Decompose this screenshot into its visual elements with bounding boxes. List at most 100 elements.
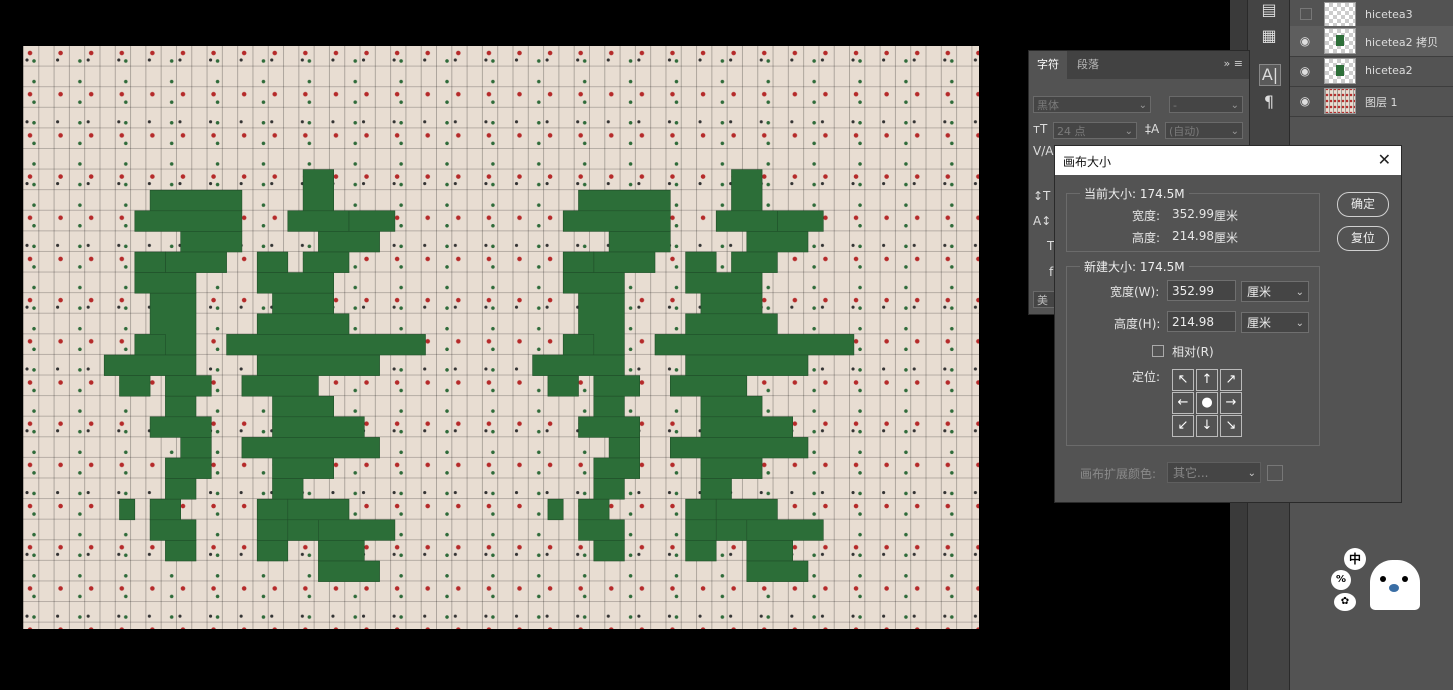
- reset-button[interactable]: 复位: [1337, 226, 1389, 251]
- arrow-up-left-icon[interactable]: ↖: [1172, 369, 1194, 391]
- green-tile-block: [685, 272, 763, 294]
- green-tile-block: [241, 375, 319, 397]
- green-tile-block: [562, 210, 671, 232]
- arrow-up-right-icon[interactable]: ↗: [1220, 369, 1242, 391]
- arrow-left-icon[interactable]: ←: [1172, 392, 1194, 414]
- green-tile-block: [685, 354, 809, 376]
- extension-color-select[interactable]: 其它... ⌄: [1167, 462, 1261, 483]
- green-tile-block: [302, 169, 335, 212]
- extension-color-swatch[interactable]: [1267, 465, 1283, 481]
- green-tile-block: [134, 251, 166, 273]
- notes-icon[interactable]: ▦: [1259, 26, 1279, 46]
- green-tile-block: [669, 437, 809, 459]
- layer-thumbnail: [1324, 2, 1356, 28]
- green-tile-block: [700, 457, 763, 479]
- font-family-select[interactable]: 黑体 ⌄: [1033, 96, 1151, 113]
- green-tile-block: [715, 210, 778, 232]
- eye-icon[interactable]: ◉: [1298, 94, 1312, 108]
- green-tile-block: [318, 560, 380, 582]
- green-tile-block: [241, 437, 380, 459]
- green-tile-block: [593, 478, 625, 500]
- dialog-title: 画布大小: [1063, 155, 1112, 169]
- bear-sticker: [1370, 560, 1420, 610]
- current-width-label: 宽度:: [1132, 209, 1161, 223]
- tab-paragraph[interactable]: 段落: [1069, 51, 1107, 79]
- height-input[interactable]: 214.98: [1167, 311, 1236, 332]
- green-tile-block: [287, 210, 350, 232]
- relative-label: 相对(R): [1172, 345, 1214, 359]
- green-tile-block: [700, 416, 794, 438]
- green-tile-block: [578, 416, 641, 438]
- green-tile-block: [746, 560, 809, 582]
- green-tile-block: [593, 457, 640, 479]
- sticker-dot: ✿: [1334, 593, 1356, 611]
- arrow-down-left-icon[interactable]: ↙: [1172, 415, 1194, 437]
- green-tile-block: [165, 478, 197, 500]
- layer-thumbnail: [1324, 28, 1356, 54]
- layer-row[interactable]: ◉ hicetea2: [1290, 56, 1453, 87]
- green-tile-block: [547, 375, 579, 397]
- green-tile-block: [593, 251, 656, 273]
- close-icon[interactable]: ✕: [1378, 150, 1391, 169]
- green-tile-block: [746, 231, 809, 253]
- arrow-down-right-icon[interactable]: ↘: [1220, 415, 1242, 437]
- relative-checkbox[interactable]: [1152, 345, 1164, 357]
- font-size-icon: тT: [1033, 122, 1048, 136]
- layer-row[interactable]: ◉ 图层 1: [1290, 86, 1453, 117]
- green-tile-block: [256, 519, 396, 541]
- green-tile-block: [165, 457, 212, 479]
- green-tile-block: [777, 210, 824, 232]
- font-size-select[interactable]: 24 点 ⌄: [1053, 122, 1137, 139]
- green-tile-block: [318, 231, 380, 253]
- document-icon[interactable]: ▤: [1259, 0, 1279, 20]
- arrow-right-icon[interactable]: →: [1220, 392, 1242, 414]
- document-canvas[interactable]: [23, 46, 979, 629]
- leading-select[interactable]: (自动) ⌄: [1165, 122, 1243, 139]
- anchor-center-icon[interactable]: ●: [1196, 392, 1218, 414]
- layer-name: hicetea2 拷贝: [1365, 36, 1439, 49]
- paragraph-icon[interactable]: ¶: [1259, 92, 1279, 112]
- green-tile-block: [103, 354, 197, 376]
- green-tile-block: [272, 416, 365, 438]
- green-tile-block: [731, 251, 778, 273]
- height-unit-select[interactable]: 厘米 ⌄: [1241, 312, 1309, 333]
- arrow-up-icon[interactable]: ↑: [1196, 369, 1218, 391]
- vertical-scale-icon: ↕T: [1033, 189, 1051, 203]
- green-tile-block: [256, 313, 350, 335]
- visibility-toggle[interactable]: [1300, 8, 1312, 20]
- green-tile-block: [593, 395, 625, 418]
- layer-name: hicetea3: [1365, 8, 1413, 21]
- menu-icon[interactable]: » ≡: [1224, 57, 1243, 70]
- green-tile-block: [654, 334, 855, 356]
- green-tile-block: [149, 416, 212, 438]
- kerning-icon: V/A: [1033, 144, 1054, 158]
- baseline-shift-icon: A↕: [1033, 214, 1052, 228]
- green-tile-block: [562, 251, 595, 273]
- width-unit-select[interactable]: 厘米 ⌄: [1241, 281, 1309, 302]
- green-tile-block: [256, 354, 380, 376]
- green-tile-block: [685, 498, 717, 521]
- green-tile-block: [685, 519, 824, 541]
- green-tile-block: [287, 498, 350, 521]
- current-height-label: 高度:: [1132, 231, 1161, 245]
- green-tile-block: [578, 498, 610, 521]
- width-input[interactable]: 352.99: [1167, 280, 1236, 301]
- layer-name: 图层 1: [1365, 96, 1398, 109]
- character-panel-icon[interactable]: A|: [1259, 64, 1281, 86]
- dialog-titlebar[interactable]: 画布大小 ✕: [1055, 146, 1401, 175]
- green-tile-block: [700, 478, 732, 500]
- sticker-bubble: 中: [1344, 548, 1366, 570]
- font-style-select[interactable]: - ⌄: [1169, 96, 1243, 113]
- ok-button[interactable]: 确定: [1337, 192, 1389, 217]
- eye-icon[interactable]: ◉: [1298, 34, 1312, 48]
- layer-row-selected[interactable]: ◉ hicetea2 拷贝: [1290, 26, 1453, 57]
- eye-icon[interactable]: ◉: [1298, 64, 1312, 78]
- green-tile-block: [149, 519, 197, 541]
- green-tile-block: [149, 498, 181, 521]
- green-tile-block: [669, 375, 748, 397]
- green-tile-block: [715, 519, 748, 541]
- current-size-label: 当前大小: 174.5M: [1080, 185, 1189, 202]
- arrow-down-icon[interactable]: ↓: [1196, 415, 1218, 437]
- green-tile-block: [715, 498, 778, 521]
- tab-character[interactable]: 字符: [1029, 51, 1067, 79]
